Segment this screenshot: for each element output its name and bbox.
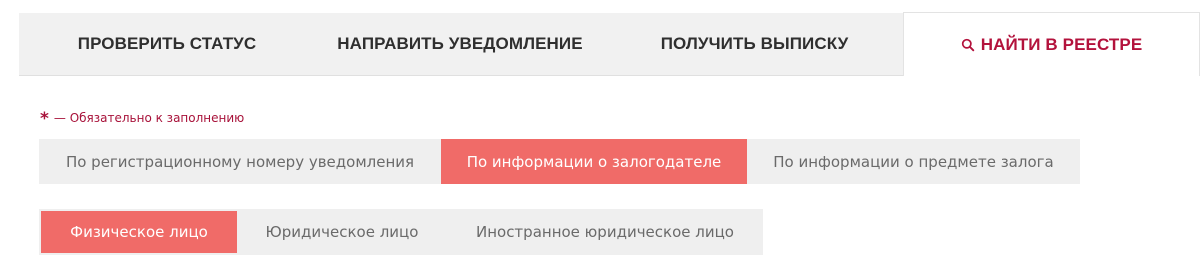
search-by-registration-number[interactable]: По регистрационному номеру уведомления xyxy=(39,139,441,184)
registry-search-page: ПРОВЕРИТЬ СТАТУС НАПРАВИТЬ УВЕДОМЛЕНИЕ П… xyxy=(0,0,1200,261)
pledgor-type-foreign-legal-entity[interactable]: Иностранное юридическое лицо xyxy=(447,209,763,255)
tab-check-status[interactable]: ПРОВЕРИТЬ СТАТУС xyxy=(19,13,315,75)
tab-find-in-registry[interactable]: НАЙТИ В РЕЕСТРЕ xyxy=(903,12,1200,76)
main-tabs: ПРОВЕРИТЬ СТАТУС НАПРАВИТЬ УВЕДОМЛЕНИЕ П… xyxy=(19,12,1200,76)
search-icon xyxy=(961,38,974,52)
pledgor-type-selector: Физическое лицо Юридическое лицо Иностра… xyxy=(39,209,763,255)
tab-send-notification-label: НАПРАВИТЬ УВЕДОМЛЕНИЕ xyxy=(337,34,583,53)
search-by-collateral-info[interactable]: По информации о предмете залога xyxy=(747,139,1080,184)
search-by-pledgor-info[interactable]: По информации о залогодателе xyxy=(441,139,747,184)
required-field-note: * — Обязательно к заполнению xyxy=(40,109,244,127)
required-asterisk: * xyxy=(40,108,49,129)
tab-get-extract[interactable]: ПОЛУЧИТЬ ВЫПИСКУ xyxy=(605,13,904,75)
pledgor-type-individual[interactable]: Физическое лицо xyxy=(41,211,237,253)
tab-find-in-registry-label: НАЙТИ В РЕЕСТРЕ xyxy=(980,34,1143,54)
tab-get-extract-label: ПОЛУЧИТЬ ВЫПИСКУ xyxy=(660,34,849,53)
pledgor-type-legal-entity[interactable]: Юридическое лицо xyxy=(237,209,447,255)
tab-check-status-label: ПРОВЕРИТЬ СТАТУС xyxy=(77,34,257,53)
search-type-selector: По регистрационному номеру уведомления П… xyxy=(39,139,1080,184)
required-note-text: — Обязательно к заполнению xyxy=(53,111,245,125)
tab-send-notification[interactable]: НАПРАВИТЬ УВЕДОМЛЕНИЕ xyxy=(315,13,605,75)
